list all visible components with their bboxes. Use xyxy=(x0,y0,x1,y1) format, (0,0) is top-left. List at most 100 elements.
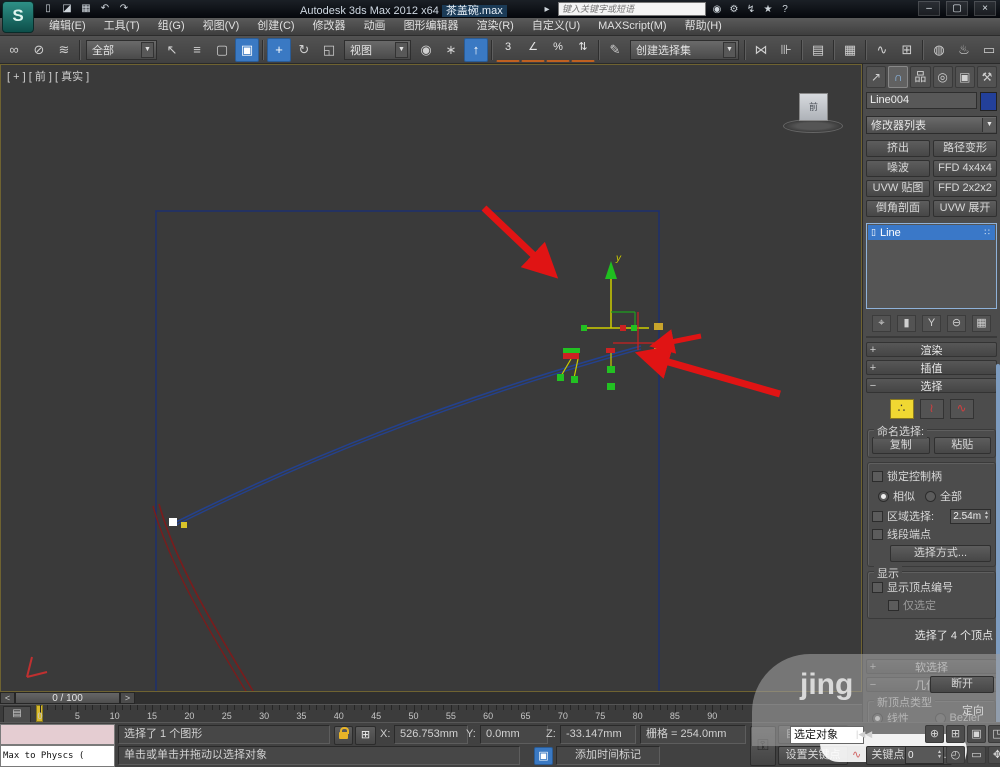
stack-item-line[interactable]: ▯ Line ∷ xyxy=(868,225,995,240)
menu-item-3[interactable]: 视图(V) xyxy=(194,18,249,35)
time-config-icon[interactable]: ◴ xyxy=(945,746,965,764)
x-coordinate-field[interactable]: 526.753mm xyxy=(394,725,468,744)
zoom-icon[interactable]: ⊕ xyxy=(925,725,944,743)
binoculars-search-icon[interactable]: ◉ xyxy=(710,4,724,15)
communication-center-icon[interactable]: ⚙ xyxy=(727,4,741,15)
front-viewport[interactable]: [ + ] [ 前 ] [ 真实 ] y 前 xyxy=(0,64,862,692)
zoom-extents-all-icon[interactable]: ◳ xyxy=(988,725,1000,743)
viewcube[interactable]: 前 xyxy=(783,91,845,135)
unlink-selection-icon[interactable]: ⊘ xyxy=(27,38,51,62)
infocenter-help-icon[interactable]: ? xyxy=(778,4,792,15)
similar-radio[interactable]: 相似 xyxy=(878,488,915,504)
zoom-extents-icon[interactable]: ▣ xyxy=(967,725,986,743)
select-and-move-icon[interactable]: + xyxy=(267,37,291,62)
show-end-result-icon[interactable]: ▮ xyxy=(897,315,916,332)
search-history-icon[interactable]: ▸ xyxy=(540,4,554,15)
minimize-button[interactable]: – xyxy=(918,1,940,16)
y-coordinate-field[interactable]: 0.0mm xyxy=(480,725,548,744)
keyboard-override-icon[interactable]: ↑ xyxy=(464,37,488,62)
spinner-snap-icon[interactable]: ⇅ xyxy=(571,37,595,62)
region-zoom-icon[interactable]: ▭ xyxy=(966,746,986,764)
display-tab-icon[interactable]: ▣ xyxy=(954,66,975,88)
selection-lock-icon[interactable] xyxy=(334,726,353,745)
angle-snap-icon[interactable]: ∠ xyxy=(521,37,545,62)
set-keys-button[interactable]: ⚿ xyxy=(750,726,776,766)
hierarchy-tab-icon[interactable]: 品 xyxy=(910,66,931,88)
yellow-vertex[interactable] xyxy=(654,323,663,330)
undo-icon[interactable]: ↶ xyxy=(97,2,113,16)
next-frame-button[interactable]: > xyxy=(120,692,135,704)
time-slider-handle[interactable]: 0 / 100 xyxy=(15,692,120,704)
rollout-selection[interactable]: − 选择 xyxy=(866,378,997,393)
rendered-frame-icon[interactable]: ▭ xyxy=(977,38,1000,62)
modifier-button-2[interactable]: 噪波 xyxy=(866,160,930,177)
make-unique-icon[interactable]: Y xyxy=(922,315,941,332)
selected-vertex[interactable] xyxy=(606,348,615,353)
track-bar[interactable]: ▤ 0 5 10 15 20 25 30 35 40 45 50 55 60 65 70 75 80 85 90 xyxy=(0,704,862,724)
snap-toggle-3d-icon[interactable]: 3 xyxy=(496,37,520,62)
percent-snap-icon[interactable]: % xyxy=(546,37,570,62)
motion-tab-icon[interactable]: ◎ xyxy=(932,66,953,88)
redo-icon[interactable]: ↷ xyxy=(116,2,132,16)
frame-number-field[interactable]: 0 ▲ ▼ xyxy=(905,746,944,764)
viewport-label[interactable]: [ + ] [ 前 ] [ 真实 ] xyxy=(7,68,89,84)
blue-spline[interactable] xyxy=(175,345,642,523)
use-pivot-center-icon[interactable]: ◉ xyxy=(414,38,438,62)
schematic-view-icon[interactable]: ⊞ xyxy=(895,38,919,62)
bezier-handle[interactable] xyxy=(607,366,615,373)
red-spline[interactable] xyxy=(158,503,254,691)
lock-handles-checkbox[interactable]: 锁定控制柄 xyxy=(872,468,991,484)
menu-item-7[interactable]: 图形编辑器 xyxy=(395,18,468,35)
modifier-button-4[interactable]: UVW 贴图 xyxy=(866,180,930,197)
all-radio[interactable]: 全部 xyxy=(925,488,962,504)
select-object-icon[interactable]: ↖ xyxy=(160,38,184,62)
rollout-interpolation[interactable]: + 插值 xyxy=(866,360,997,375)
edit-named-selections-icon[interactable]: ✎ xyxy=(603,38,627,62)
copy-button[interactable]: 复制 xyxy=(872,437,930,454)
mirror-icon[interactable]: ⋈ xyxy=(749,38,773,62)
select-and-scale-icon[interactable]: ◱ xyxy=(317,38,341,62)
object-name-field[interactable]: Line004 xyxy=(866,92,977,109)
z-coordinate-field[interactable]: -33.147mm xyxy=(560,725,636,744)
open-file-icon[interactable]: ◪ xyxy=(59,2,75,16)
menu-item-2[interactable]: 组(G) xyxy=(149,18,194,35)
select-by-name-icon[interactable]: ≡ xyxy=(185,38,209,62)
layer-manager-icon[interactable]: ▤ xyxy=(806,38,830,62)
yellow-vertex[interactable] xyxy=(181,522,187,528)
maxscript-macro-recorder[interactable] xyxy=(0,724,115,745)
utilities-tab-icon[interactable]: ⚒ xyxy=(976,66,998,88)
pin-stack-icon[interactable]: ⌖ xyxy=(872,315,891,332)
menu-item-5[interactable]: 修改器 xyxy=(304,18,355,35)
named-selection-sets-dropdown[interactable]: 创建选择集 ▼ xyxy=(630,39,739,60)
new-file-icon[interactable]: ▯ xyxy=(40,2,56,16)
close-button[interactable]: × xyxy=(974,1,996,16)
favorites-icon[interactable]: ★ xyxy=(761,4,775,15)
vertex-subobject-icon[interactable]: ∴ xyxy=(889,399,914,419)
go-to-start-icon[interactable]: |◀◀ xyxy=(856,725,872,744)
modifier-button-5[interactable]: FFD 2x2x2 xyxy=(933,180,997,197)
modifier-stack[interactable]: ▯ Line ∷ xyxy=(866,223,997,309)
bezier-handle[interactable] xyxy=(571,376,578,383)
render-setup-icon[interactable]: ♨ xyxy=(952,38,976,62)
time-slider[interactable]: < 0 / 100 > xyxy=(0,692,862,704)
modifier-button-0[interactable]: 挤出 xyxy=(866,140,930,157)
modifier-button-7[interactable]: UVW 展开 xyxy=(933,200,997,217)
bind-to-space-warp-icon[interactable]: ≋ xyxy=(52,38,76,62)
menu-item-1[interactable]: 工具(T) xyxy=(95,18,149,35)
window-crossing-icon[interactable]: ▣ xyxy=(235,37,259,62)
max-logo-button[interactable]: S xyxy=(2,1,34,33)
paste-button[interactable]: 粘贴 xyxy=(933,437,991,454)
rollout-soft-selection[interactable]: + 软选择 xyxy=(866,659,997,674)
absolute-offset-icon[interactable]: ⊞ xyxy=(355,726,376,745)
vertex-handle[interactable] xyxy=(581,325,587,331)
selected-only-checkbox[interactable]: 仅选定 xyxy=(888,597,991,613)
area-selection-checkbox[interactable]: 区域选择: 2.54m ▲ ▼ xyxy=(872,508,991,524)
set-key-button[interactable]: 设置关键点 xyxy=(778,746,848,765)
select-and-rotate-icon[interactable]: ↻ xyxy=(292,38,316,62)
time-tag-icon[interactable]: ▣ xyxy=(534,747,553,765)
modifier-button-3[interactable]: FFD 4x4x4 xyxy=(933,160,997,177)
create-tab-icon[interactable]: ↗ xyxy=(866,66,887,88)
curve-editor-icon[interactable]: ∿ xyxy=(870,38,894,62)
prev-frame-button[interactable]: < xyxy=(0,692,15,704)
show-vertex-numbers-checkbox[interactable]: 显示顶点编号 xyxy=(872,579,991,595)
